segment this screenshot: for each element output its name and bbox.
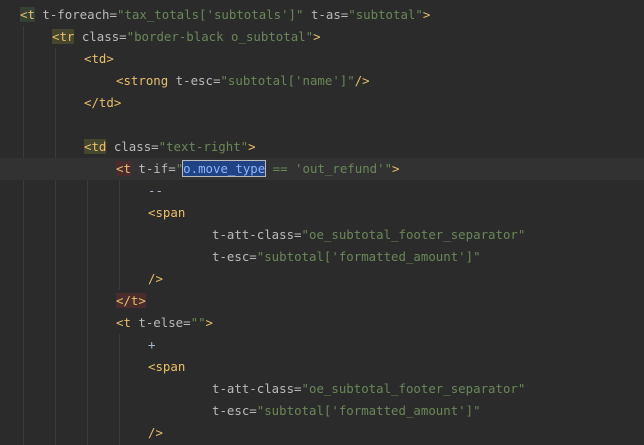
- code-token: "subtotal['formatted_amount']": [256, 403, 481, 418]
- code-token: >: [313, 29, 321, 44]
- code-token: <span: [148, 205, 186, 220]
- code-line[interactable]: </td>: [0, 92, 644, 114]
- code-token: "border-black o_subtotal": [126, 29, 314, 44]
- code-token: --: [148, 183, 163, 198]
- code-token: >: [205, 315, 213, 330]
- selected-text: o.move_type: [182, 160, 267, 177]
- code-token: </t>: [116, 293, 146, 308]
- code-token: "subtotal['formatted_amount']": [256, 249, 481, 264]
- code-token: t-att-class=: [212, 227, 302, 242]
- code-token: <t: [20, 7, 35, 22]
- code-token: t-if=: [130, 161, 176, 176]
- code-line[interactable]: />: [0, 268, 644, 290]
- code-token: t-esc=: [168, 73, 221, 88]
- code-line[interactable]: t-esc="subtotal['formatted_amount']": [0, 400, 644, 422]
- code-token: t-esc=: [212, 249, 257, 264]
- code-token: "oe_subtotal_footer_separator": [301, 227, 526, 242]
- code-token: />: [148, 425, 163, 440]
- code-token: == 'out_refund'": [265, 161, 393, 176]
- code-line[interactable]: <t t-if="o.move_type == 'out_refund'">: [0, 158, 644, 180]
- code-token: <span: [148, 359, 186, 374]
- code-line[interactable]: --: [0, 180, 644, 202]
- code-token: "subtotal": [348, 7, 423, 22]
- code-token: t-esc=: [212, 403, 257, 418]
- code-line[interactable]: <tr class="border-black o_subtotal">: [0, 26, 644, 48]
- code-line[interactable]: <span: [0, 356, 644, 378]
- code-token: t-att-class=: [212, 381, 302, 396]
- code-token: class=: [106, 139, 159, 154]
- code-token: <tr: [52, 29, 75, 44]
- code-token: +: [148, 337, 156, 352]
- code-token: </td>: [84, 95, 122, 110]
- code-line[interactable]: <span: [0, 202, 644, 224]
- code-line[interactable]: t-esc="subtotal['formatted_amount']": [0, 246, 644, 268]
- code-line[interactable]: <strong t-esc="subtotal['name']"/>: [0, 70, 644, 92]
- code-token: >: [248, 139, 256, 154]
- code-token: "tax_totals['subtotals']": [116, 7, 304, 22]
- code-token: "subtotal['name']": [220, 73, 355, 88]
- code-line[interactable]: +: [0, 334, 644, 356]
- code-token: t-else=: [130, 315, 191, 330]
- code-token: <td: [84, 139, 107, 154]
- code-token: class=: [74, 29, 127, 44]
- code-token: <td>: [84, 51, 114, 66]
- code-token: "text-right": [158, 139, 249, 154]
- code-token: >: [392, 161, 400, 176]
- code-line[interactable]: />: [0, 422, 644, 444]
- code-token: t-as=: [303, 7, 349, 22]
- code-token: <t: [116, 161, 131, 176]
- code-editor[interactable]: <t t-foreach="tax_totals['subtotals']" t…: [0, 0, 644, 445]
- code-token: />: [354, 73, 370, 88]
- code-token: <t: [116, 315, 131, 330]
- code-line[interactable]: <t t-else="">: [0, 312, 644, 334]
- code-line[interactable]: [0, 114, 644, 136]
- code-token: "oe_subtotal_footer_separator": [301, 381, 526, 396]
- code-token: t-foreach=: [34, 7, 117, 22]
- code-token: />: [148, 271, 163, 286]
- code-line[interactable]: t-att-class="oe_subtotal_footer_separato…: [0, 378, 644, 400]
- code-token: <strong: [116, 73, 169, 88]
- code-line[interactable]: <td>: [0, 48, 644, 70]
- code-line[interactable]: </t>: [0, 290, 644, 312]
- code-token: >: [422, 7, 431, 22]
- code-line[interactable]: <td class="text-right">: [0, 136, 644, 158]
- code-token: "": [190, 315, 206, 330]
- code-line[interactable]: <t t-foreach="tax_totals['subtotals']" t…: [0, 4, 644, 26]
- code-line[interactable]: t-att-class="oe_subtotal_footer_separato…: [0, 224, 644, 246]
